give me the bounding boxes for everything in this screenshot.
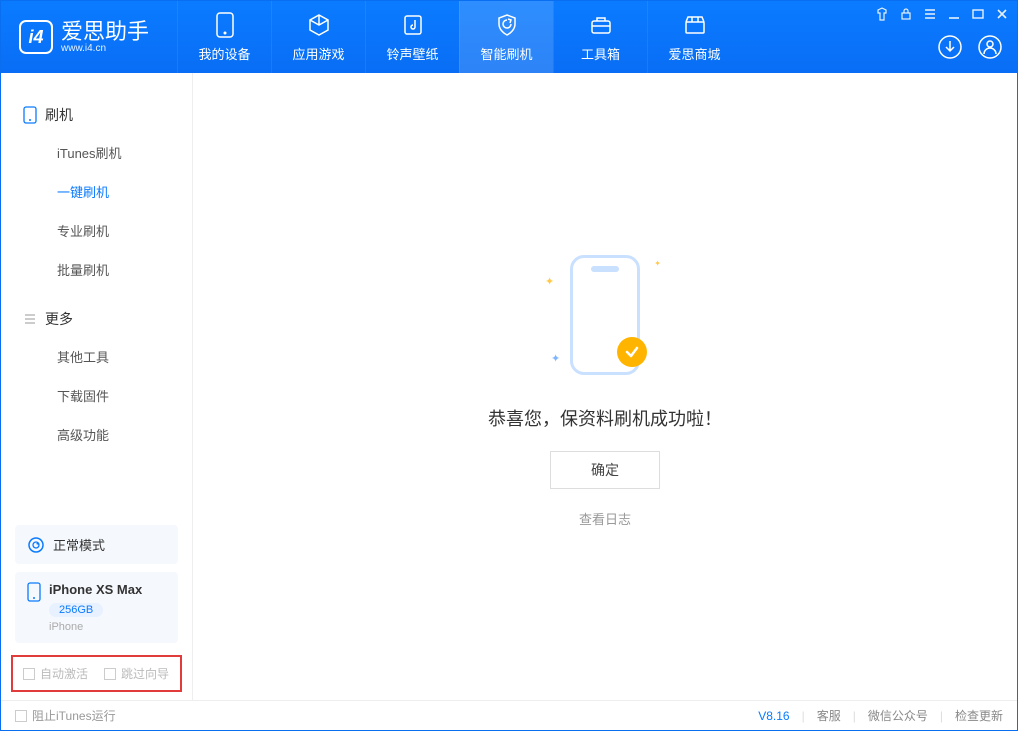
list-icon [23,312,37,326]
app-body: 刷机 iTunes刷机 一键刷机 专业刷机 批量刷机 更多 其他工具 下载固件 … [1,73,1017,700]
wechat-link[interactable]: 微信公众号 [868,707,928,724]
top-tabs: 我的设备 应用游戏 铃声壁纸 智能刷机 工具箱 爱思商城 [177,1,741,73]
checkbox-row-highlighted: 自动激活 跳过向导 [11,655,182,692]
device-type: iPhone [49,621,142,633]
phone-icon [23,106,37,124]
sidebar-item-download-firmware[interactable]: 下载固件 [1,376,192,415]
tab-store[interactable]: 爱思商城 [647,1,741,73]
sidebar-title-text: 刷机 [45,105,73,125]
sidebar-group-title: 更多 [1,301,192,337]
skin-icon[interactable] [875,7,889,21]
status-right: V8.16 | 客服 | 微信公众号 | 检查更新 [758,707,1003,724]
tab-toolbox[interactable]: 工具箱 [553,1,647,73]
sparkle-icon: ✦ [654,259,661,268]
device-mode-row[interactable]: 正常模式 [15,525,178,564]
sidebar-item-other-tools[interactable]: 其他工具 [1,337,192,376]
maximize-icon[interactable] [971,7,985,21]
device-name: iPhone XS Max [49,582,142,597]
separator: | [853,709,856,723]
close-icon[interactable] [995,7,1009,21]
device-mode-text: 正常模式 [53,535,105,554]
support-link[interactable]: 客服 [817,707,841,724]
tab-label: 智能刷机 [481,44,533,63]
tab-flash[interactable]: 智能刷机 [459,1,553,73]
sidebar-item-pro-flash[interactable]: 专业刷机 [1,211,192,250]
cube-icon [306,12,332,38]
checkbox-label: 跳过向导 [121,665,169,682]
sidebar-title-text: 更多 [45,309,73,329]
check-circle-icon [617,337,647,367]
checkbox-block-itunes[interactable]: 阻止iTunes运行 [15,707,116,724]
sidebar-item-batch-flash[interactable]: 批量刷机 [1,250,192,289]
status-bar: 阻止iTunes运行 V8.16 | 客服 | 微信公众号 | 检查更新 [1,700,1017,730]
checkbox-box [23,668,35,680]
sidebar-group-title: 刷机 [1,97,192,133]
checkbox-label: 阻止iTunes运行 [32,707,116,724]
tab-label: 应用游戏 [293,44,345,63]
sidebar-group-flash: 刷机 iTunes刷机 一键刷机 专业刷机 批量刷机 [1,91,192,295]
music-icon [400,12,426,38]
status-left: 阻止iTunes运行 [15,707,116,724]
menu-icon[interactable] [923,7,937,21]
user-icon[interactable] [977,34,1003,65]
tab-label: 铃声壁纸 [387,44,439,63]
minimize-icon[interactable] [947,7,961,21]
sidebar-item-onekey-flash[interactable]: 一键刷机 [1,172,192,211]
tab-ringtones[interactable]: 铃声壁纸 [365,1,459,73]
sparkle-icon: ✦ [551,352,560,365]
tab-apps[interactable]: 应用游戏 [271,1,365,73]
logo-icon: i4 [19,20,53,54]
app-name: 爱思助手 [61,21,149,43]
device-capacity: 256GB [49,603,103,617]
update-link[interactable]: 检查更新 [955,707,1003,724]
sidebar: 刷机 iTunes刷机 一键刷机 专业刷机 批量刷机 更多 其他工具 下载固件 … [1,73,193,700]
separator: | [802,709,805,723]
device-panel: 正常模式 iPhone XS Max 256GB iPhone [1,525,192,655]
sidebar-item-advanced[interactable]: 高级功能 [1,415,192,454]
download-icon[interactable] [937,34,963,65]
tab-label: 工具箱 [581,44,620,63]
success-message: 恭喜您，保资料刷机成功啦！ [488,405,722,431]
phone-icon [27,582,41,602]
store-icon [682,12,708,38]
header-buttons [937,34,1003,65]
version-text: V8.16 [758,709,789,723]
lock-icon[interactable] [899,7,913,21]
app-subtitle: www.i4.cn [61,43,149,54]
sidebar-item-itunes-flash[interactable]: iTunes刷机 [1,133,192,172]
sync-icon [27,536,45,554]
view-log-link[interactable]: 查看日志 [579,509,631,528]
checkbox-auto-activate[interactable]: 自动激活 [23,665,88,682]
shield-icon [494,12,520,38]
tab-label: 我的设备 [199,44,251,63]
sparkle-icon: ✦ [545,275,554,288]
checkbox-box [104,668,116,680]
checkbox-label: 自动激活 [40,665,88,682]
main-content: ✦ ✦ ✦ 恭喜您，保资料刷机成功啦！ 确定 查看日志 [193,73,1017,700]
tab-my-device[interactable]: 我的设备 [177,1,271,73]
app-header: i4 爱思助手 www.i4.cn 我的设备 应用游戏 铃声壁纸 智能刷机 工具… [1,1,1017,73]
device-info-row[interactable]: iPhone XS Max 256GB iPhone [15,572,178,643]
device-icon [212,12,238,38]
sidebar-group-more: 更多 其他工具 下载固件 高级功能 [1,295,192,460]
checkbox-skip-guide[interactable]: 跳过向导 [104,665,169,682]
success-illustration: ✦ ✦ ✦ [515,245,695,385]
window-controls [875,7,1009,21]
separator: | [940,709,943,723]
tab-label: 爱思商城 [669,44,721,63]
toolbox-icon [588,12,614,38]
logo: i4 爱思助手 www.i4.cn [1,20,167,54]
ok-button[interactable]: 确定 [550,451,660,489]
checkbox-box [15,710,27,722]
